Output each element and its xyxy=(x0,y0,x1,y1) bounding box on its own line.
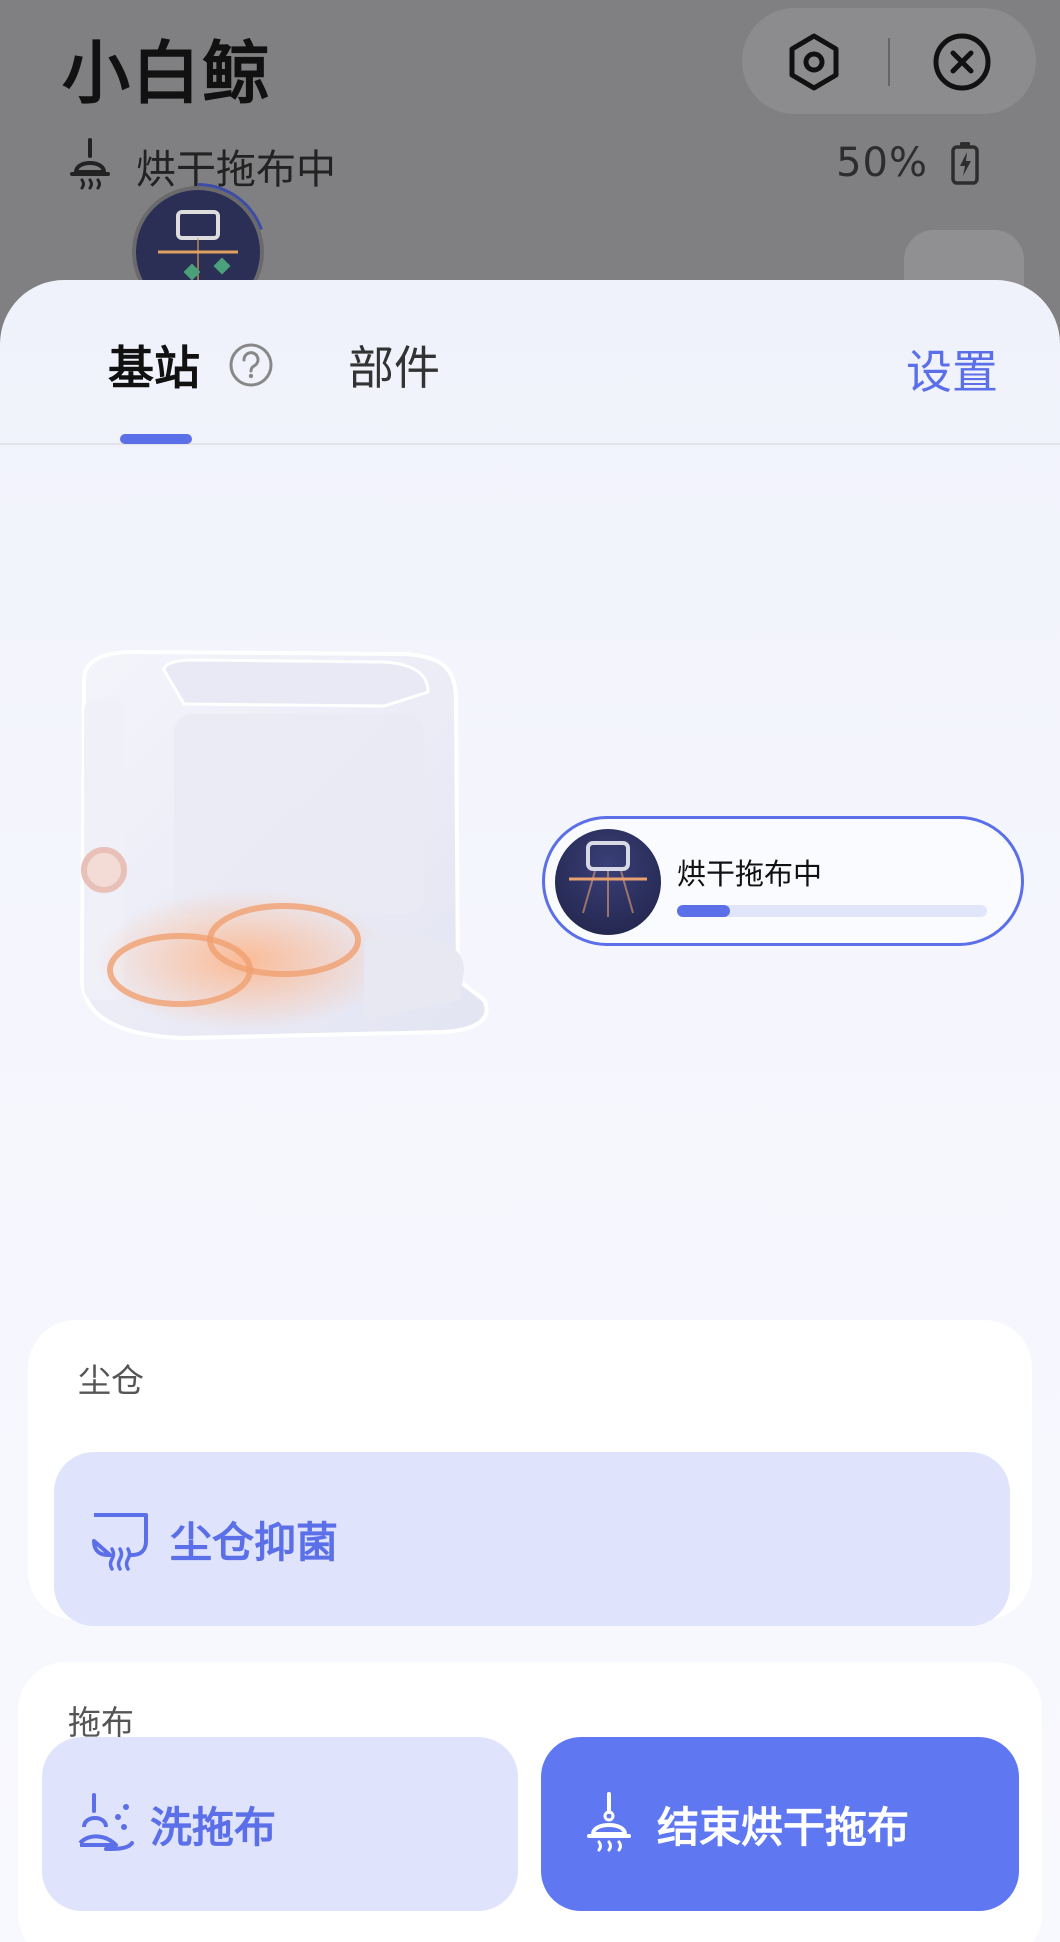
tab-bar: 基站 部件 设置 xyxy=(0,280,1060,445)
station-illustration xyxy=(79,649,489,1041)
station-status-label: 烘干拖布中 xyxy=(677,857,823,891)
tab-station[interactable]: 基站 xyxy=(108,332,200,398)
station-status-card: 烘干拖布中 xyxy=(542,816,1024,946)
battery-charging-icon xyxy=(951,142,979,185)
wash-mop-label: 洗拖布 xyxy=(150,1802,277,1852)
drying-progress-bar xyxy=(677,905,987,917)
stop-drying-button[interactable]: 结束烘干拖布 xyxy=(541,1737,1019,1911)
mop-icon xyxy=(587,1792,631,1852)
pill-divider xyxy=(888,38,890,86)
dust-bin-icon xyxy=(92,1513,148,1571)
drying-progress-fill xyxy=(677,905,730,917)
close-icon[interactable] xyxy=(932,32,992,92)
top-action-pill xyxy=(742,8,1036,114)
dust-sterilize-label: 尘仓抑菌 xyxy=(170,1517,339,1567)
dust-section-title: 尘仓 xyxy=(78,1361,144,1400)
hexagon-settings-icon[interactable] xyxy=(784,32,844,92)
battery-status: 50% xyxy=(836,140,980,186)
settings-link[interactable]: 设置 xyxy=(906,336,998,402)
tab-indicator xyxy=(120,434,192,444)
tab-parts[interactable]: 部件 xyxy=(348,332,440,398)
mop-dry-icon xyxy=(70,138,110,190)
dust-sterilize-button[interactable]: 尘仓抑菌 xyxy=(54,1452,1010,1626)
stop-drying-label: 结束烘干拖布 xyxy=(657,1802,910,1852)
robot-thumbnail xyxy=(555,829,661,935)
mop-section: 拖布 洗拖布 结束烘干拖布 xyxy=(18,1662,1042,1942)
mop-wash-icon xyxy=(78,1793,134,1851)
dust-section: 尘仓 尘仓抑菌 xyxy=(28,1320,1032,1626)
battery-percent: 50% xyxy=(836,140,928,186)
help-icon[interactable] xyxy=(228,342,274,388)
wash-mop-button[interactable]: 洗拖布 xyxy=(42,1737,518,1911)
app-title: 小白鲸 xyxy=(62,35,273,114)
station-sheet: 基站 部件 设置 烘干拖布中 尘仓 尘仓抑菌 拖布 洗拖布 结束烘干拖布 xyxy=(0,280,1060,1942)
